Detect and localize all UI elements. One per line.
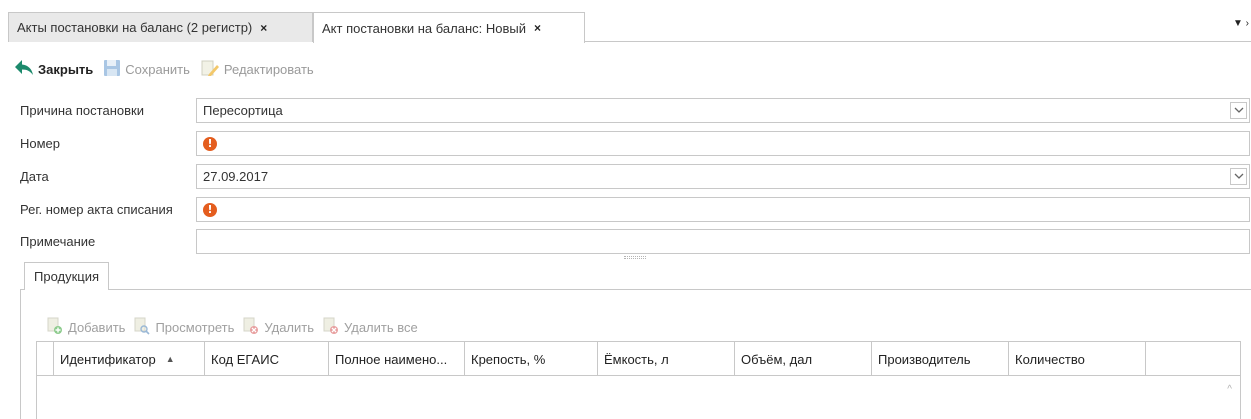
products-toolbar: Добавить Просмотреть Удалить Удалить все [46, 316, 426, 338]
tab-label: Акт постановки на баланс: Новый [322, 20, 527, 36]
reason-select[interactable]: Пересортица [196, 98, 1250, 123]
tab-strip: Акты постановки на баланс (2 регистр) × … [0, 0, 1251, 43]
view-icon [133, 317, 151, 338]
warning-icon: ! [203, 136, 217, 151]
number-label: Номер [20, 136, 61, 151]
date-label: Дата [20, 169, 49, 184]
writeoff-reg-number-row: Рег. номер акта списания [20, 197, 196, 222]
pencil-icon [200, 59, 220, 80]
column-header-capacity[interactable]: Ёмкость, л [598, 342, 735, 376]
save-button-label: Сохранить [125, 61, 190, 77]
back-arrow-icon [14, 59, 34, 80]
column-header-label: Количество [1015, 351, 1085, 367]
close-button[interactable]: Закрыть [14, 59, 93, 80]
column-header-full-name[interactable]: Полное наимено... [329, 342, 465, 376]
delete-button-label: Удалить [264, 319, 314, 335]
close-button-label: Закрыть [38, 61, 94, 77]
chevron-down-icon[interactable] [1230, 102, 1247, 119]
tab-balance-acts-register-2[interactable]: Акты постановки на баланс (2 регистр) × [8, 12, 313, 42]
column-header-strength[interactable]: Крепость, % [465, 342, 598, 376]
column-header-producer[interactable]: Производитель [872, 342, 1009, 376]
date-row: Дата [20, 164, 196, 189]
number-row: Номер [20, 131, 196, 156]
writeoff-reg-number-label: Рег. номер акта списания [20, 202, 173, 217]
tab-bar: Акты постановки на баланс (2 регистр) × … [8, 12, 1251, 43]
close-icon[interactable]: × [260, 21, 267, 35]
products-tab-bar: Продукция [20, 258, 1251, 291]
add-icon [46, 317, 64, 338]
column-header-label: Производитель [878, 351, 971, 367]
column-header-label: Полное наимено... [335, 351, 448, 367]
reason-row: Причина постановки [20, 98, 196, 123]
toolbar: Закрыть Сохранить Редактировать [14, 56, 324, 82]
sort-asc-icon: ▲ [165, 354, 175, 364]
number-field[interactable]: ! [196, 131, 1250, 156]
delete-icon [242, 317, 260, 338]
reason-label: Причина постановки [20, 103, 144, 118]
date-value: 27.09.2017 [203, 169, 269, 184]
date-field[interactable]: 27.09.2017 [196, 164, 1250, 189]
column-header-identifier[interactable]: Идентификатор ▲ [54, 342, 205, 376]
add-button[interactable]: Добавить [46, 317, 125, 338]
edit-button-label: Редактировать [223, 61, 314, 77]
tab-label: Акты постановки на баланс (2 регистр) [17, 20, 253, 35]
column-header-quantity[interactable]: Количество [1009, 342, 1146, 376]
column-header-volume[interactable]: Объём, дал [735, 342, 872, 376]
writeoff-reg-number-field[interactable]: ! [196, 197, 1250, 222]
column-header-label: Код ЕГАИС [211, 351, 279, 367]
delete-icon [322, 317, 340, 338]
add-button-label: Добавить [68, 319, 126, 335]
grid-header: Идентификатор ▲ Код ЕГАИС Полное наимено… [37, 342, 1240, 376]
reason-value: Пересортица [203, 103, 283, 118]
delete-button[interactable]: Удалить [242, 317, 314, 338]
close-icon[interactable]: × [534, 21, 541, 35]
column-header-label: Идентификатор [60, 351, 156, 367]
tab-products[interactable]: Продукция [24, 262, 110, 291]
column-header-label: Ёмкость, л [604, 351, 669, 367]
edit-button[interactable]: Редактировать [200, 59, 314, 80]
floppy-disk-icon [103, 59, 121, 80]
note-row: Примечание [20, 229, 196, 254]
scroll-up-icon[interactable]: ^ [1227, 384, 1232, 395]
tab-new-balance-act[interactable]: Акт постановки на баланс: Новый × [313, 12, 585, 43]
view-button[interactable]: Просмотреть [133, 317, 234, 338]
note-field[interactable] [196, 229, 1250, 254]
column-header-label: Крепость, % [471, 351, 546, 367]
column-header-egais-code[interactable]: Код ЕГАИС [205, 342, 329, 376]
save-button[interactable]: Сохранить [103, 59, 190, 80]
note-label: Примечание [20, 234, 96, 249]
chevron-down-icon[interactable] [1230, 168, 1247, 185]
view-button-label: Просмотреть [155, 319, 235, 335]
warning-icon: ! [203, 202, 217, 217]
tab-list-menu-icon[interactable]: ▼ › [1233, 18, 1249, 29]
grid-row-selector-header [37, 342, 54, 376]
tab-products-label: Продукция [34, 269, 100, 284]
products-grid: Идентификатор ▲ Код ЕГАИС Полное наимено… [36, 341, 1241, 419]
column-header-label: Объём, дал [741, 351, 813, 367]
delete-all-button[interactable]: Удалить все [322, 317, 418, 338]
delete-all-button-label: Удалить все [344, 319, 418, 335]
